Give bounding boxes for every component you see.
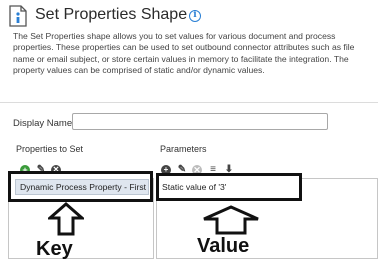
shape-description: The Set Properties shape allows you to s… <box>13 31 355 75</box>
display-name-input[interactable] <box>72 113 328 130</box>
property-row[interactable]: Dynamic Process Property - First <box>15 179 149 195</box>
divider <box>0 102 378 103</box>
parameter-row[interactable]: Static value of '3' <box>162 182 226 192</box>
set-properties-shape-icon <box>9 5 27 27</box>
value-up-arrow-icon <box>203 205 259 235</box>
page-title: Set Properties Shape <box>35 6 188 23</box>
info-icon[interactable]: i <box>189 10 201 22</box>
parameters-label: Parameters <box>160 144 207 154</box>
header: Set Properties Shape i <box>0 0 378 30</box>
value-caption: Value <box>197 235 250 257</box>
display-name-label: Display Name <box>13 118 73 129</box>
key-caption: Key <box>36 238 73 259</box>
key-highlight-box: Dynamic Process Property - First <box>8 171 153 202</box>
value-highlight-box: Static value of '3' <box>156 173 302 201</box>
properties-to-set-label: Properties to Set <box>16 144 84 154</box>
key-up-arrow-icon <box>48 202 84 236</box>
